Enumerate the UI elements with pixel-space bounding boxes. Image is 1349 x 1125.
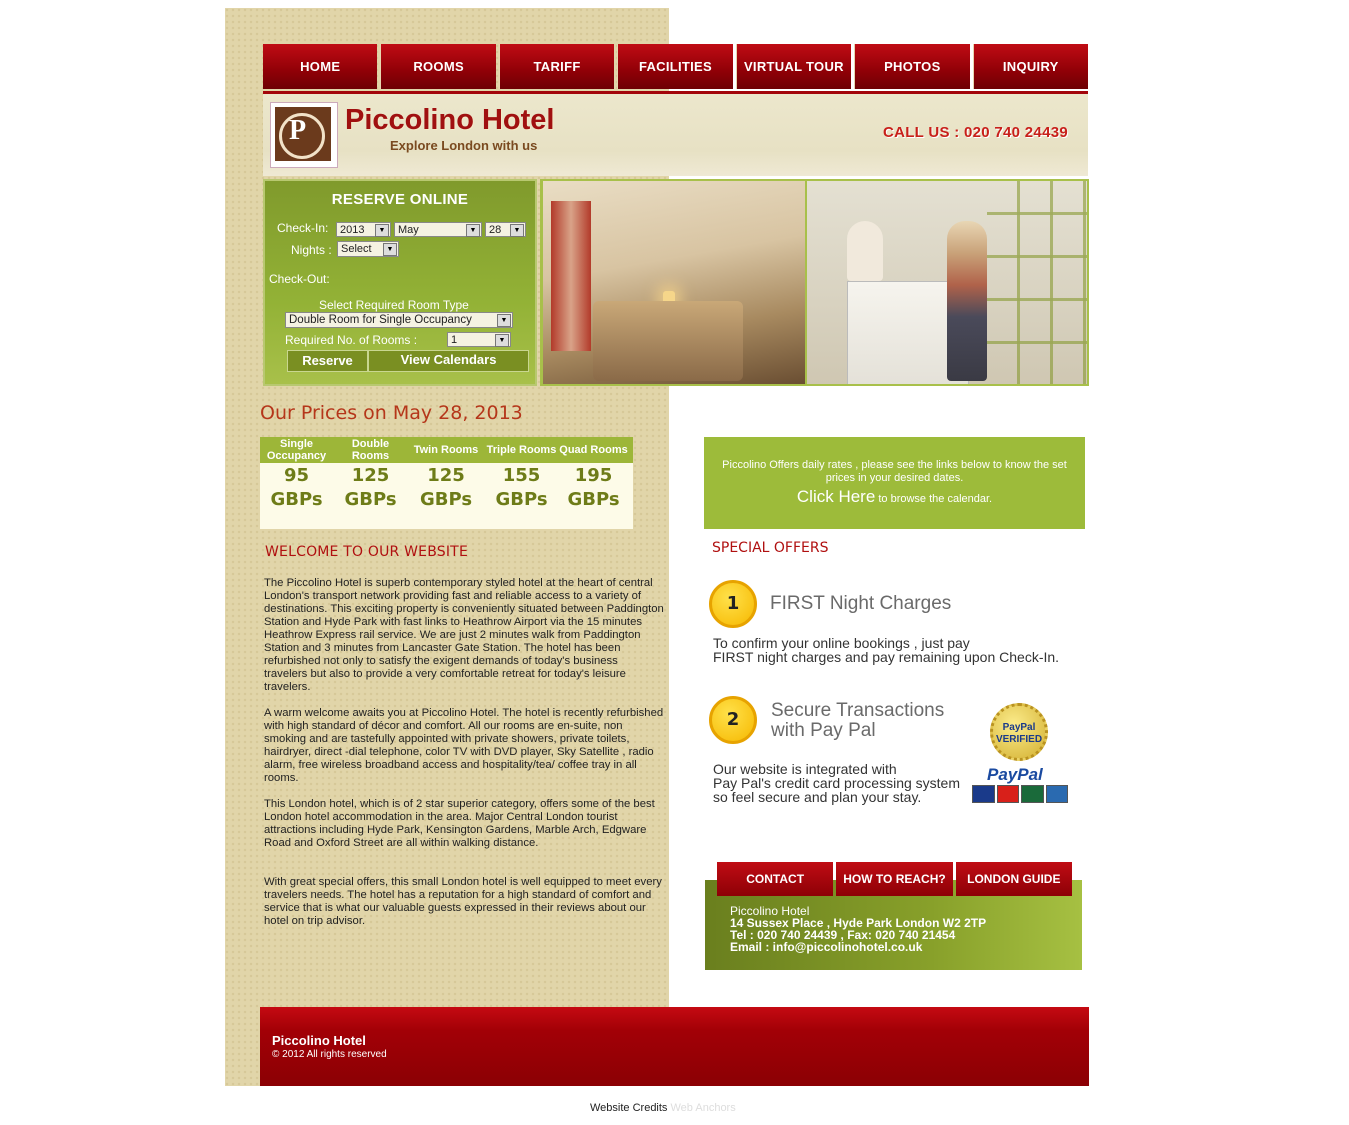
checkin-day-select[interactable]: 28 ▼ [485,222,526,237]
nights-select[interactable]: Select ▼ [337,241,399,257]
offer-text-line: Our website is integrated with [713,761,897,777]
price-header: Twin Rooms [413,444,479,456]
welcome-paragraph: This London hotel, which is of 2 star su… [264,798,655,849]
room-type-select[interactable]: Double Room for Single Occupancy ▼ [285,312,513,328]
dropdown-arrow-icon: ▼ [383,243,397,256]
footer-copyright: © 2012 All rights reserved [272,1049,387,1060]
website-credits: Website Credits Web Anchors [590,1102,736,1114]
offer-text-line: To confirm your online bookings , just p… [713,635,970,651]
welcome-paragraph: The Piccolino Hotel is superb contempora… [264,577,664,693]
price-header: Single Occupancy [266,438,327,462]
offer-text-line: so feel secure and plan your stay. [713,789,922,805]
nav-tariff[interactable]: TARIFF [498,44,615,89]
price-value: 125 [351,465,390,486]
rooms-label: Required No. of Rooms : [285,333,418,347]
welcome-paragraph: A warm welcome awaits you at Piccolino H… [264,707,664,784]
tab-how-to-reach[interactable]: HOW TO REACH? [836,862,953,896]
price-unit: GBPs [567,489,620,510]
price-table: Single Occupancy 95 GBPs Double Rooms 12… [260,437,633,529]
view-calendars-button[interactable]: View Calendars [368,350,529,372]
tab-london-guide[interactable]: LONDON GUIDE [955,862,1072,896]
nav-facilities[interactable]: FACILITIES [617,44,733,89]
price-column: Twin Rooms 125 GBPs [405,437,487,511]
tab-contact[interactable]: CONTACT [717,862,834,896]
price-column: Single Occupancy 95 GBPs [260,437,333,511]
nights-label: Nights : [291,243,332,257]
click-here-link[interactable]: Click Here [797,487,875,506]
paypal-verified-seal-icon: PayPal VERIFIED [990,703,1048,761]
checkout-label: Check-Out: [269,272,330,286]
price-value: 195 [574,465,613,486]
price-header: Double Rooms [351,438,390,462]
price-header: Quad Rooms [559,444,628,456]
daily-rates-box: Piccolino Offers daily rates , please se… [704,437,1085,529]
brand-name: Piccolino Hotel [345,104,555,136]
offer-heading: Secure Transactions [771,700,945,721]
bedroom-photo [543,181,805,384]
price-column: Double Rooms 125 GBPs [334,437,407,511]
nav-photos[interactable]: PHOTOS [854,44,970,89]
rooms-count-select[interactable]: 1 ▼ [447,332,511,347]
welcome-text: The Piccolino Hotel is superb contempora… [264,577,664,941]
reserve-button[interactable]: Reserve [287,350,368,372]
price-value: 155 [502,465,541,486]
price-unit: GBPs [344,489,397,510]
paypal-badge: PayPal VERIFIED PayPal [972,703,1068,803]
dropdown-arrow-icon: ▼ [375,224,389,237]
web-anchors-link[interactable]: Web Anchors [671,1102,736,1114]
dropdown-arrow-icon: ▼ [510,224,524,237]
daily-rates-text: Piccolino Offers daily rates , please se… [722,459,1067,484]
reserve-title: RESERVE ONLINE [331,191,469,208]
credit-cards-icon [972,785,1068,803]
logo-letter: P [289,115,307,146]
click-here-rest: to browse the calendar. [875,493,993,505]
price-unit: GBPs [495,489,548,510]
offer-text-line: FIRST night charges and pay remaining up… [713,649,1060,665]
offer-number-2: 2 [709,696,757,744]
checkin-month-select[interactable]: May ▼ [394,222,482,237]
hotel-logo-icon[interactable]: P [270,102,338,168]
special-offers-title: SPECIAL OFFERS [712,540,829,556]
offer-text-line: Pay Pal's credit card processing system [713,775,960,791]
price-value: 125 [427,465,465,486]
main-nav: HOME ROOMS TARIFF FACILITIES VIRTUAL TOU… [263,44,1088,89]
welcome-title: WELCOME TO OUR WEBSITE [265,544,468,560]
price-column: Quad Rooms 195 GBPs [557,437,630,511]
offer-heading-line2: with Pay Pal [771,720,876,741]
nav-rooms[interactable]: ROOMS [380,44,496,89]
price-value: 95 [283,465,310,486]
contact-email[interactable]: Email : info@piccolinohotel.co.uk [730,941,986,953]
reserve-online-form: RESERVE ONLINE Check-In: 2013 ▼ May ▼ 28 ▼ … [263,179,537,386]
prices-title: Our Prices on May 28, 2013 [260,402,523,424]
nav-home[interactable]: HOME [263,44,378,89]
call-us: CALL US : 020 740 24439 [882,124,1068,141]
paypal-logo: PayPal [987,765,1043,784]
price-unit: GBPs [270,489,323,510]
checkin-label: Check-In: [277,221,329,235]
site-header: P Piccolino Hotel Explore London with us… [263,94,1088,176]
dropdown-arrow-icon: ▼ [497,314,511,327]
site-footer: Piccolino Hotel © 2012 All rights reserv… [260,1007,1089,1086]
offer-heading: FIRST Night Charges [770,593,952,614]
contact-nav: CONTACT HOW TO REACH? LONDON GUIDE [717,862,1072,896]
dropdown-arrow-icon: ▼ [495,334,509,347]
nav-inquiry[interactable]: INQUIRY [972,44,1088,89]
calendar-link-line: Click Here to browse the calendar. [704,487,1085,507]
price-column: Triple Rooms 155 GBPs [485,437,558,511]
offer-number-1: 1 [709,580,757,628]
welcome-paragraph: With great special offers, this small Lo… [264,876,662,927]
footer-name: Piccolino Hotel [272,1033,366,1048]
room-type-label: Select Required Room Type [319,298,469,312]
price-header: Triple Rooms [486,444,557,456]
tagline: Explore London with us [390,138,538,153]
hotel-photos [540,179,1089,386]
nav-virtual-tour[interactable]: VIRTUAL TOUR [735,44,852,89]
reception-photo [807,181,1087,384]
checkin-year-select[interactable]: 2013 ▼ [336,222,391,237]
contact-details: Piccolino Hotel 14 Sussex Place , Hyde P… [730,905,986,953]
price-unit: GBPs [419,489,473,510]
credits-label: Website Credits [590,1102,668,1114]
dropdown-arrow-icon: ▼ [466,224,480,237]
